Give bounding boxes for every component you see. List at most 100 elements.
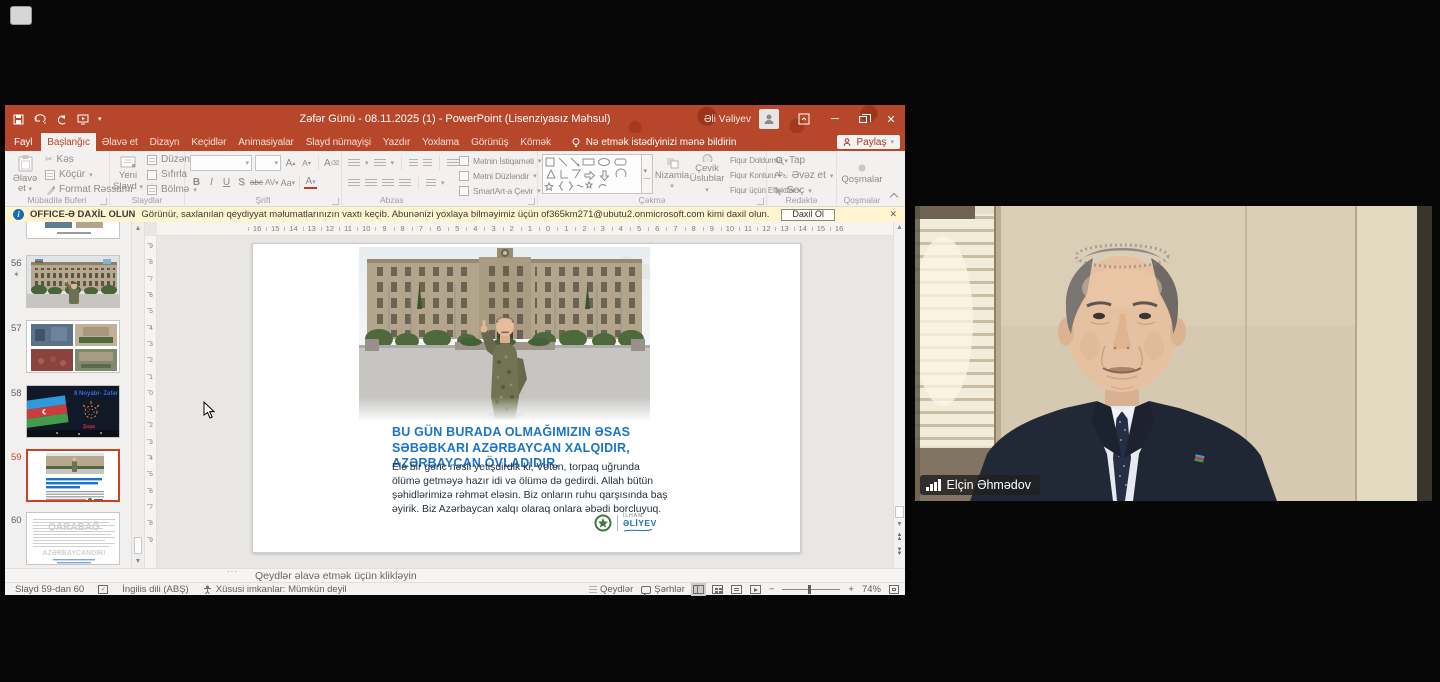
fit-slide-button[interactable] <box>889 585 899 594</box>
align-left-icon[interactable] <box>348 179 360 188</box>
tab-yazdır[interactable]: Yazdır <box>377 133 416 151</box>
align-right-icon[interactable] <box>382 179 394 188</box>
signed-in-user[interactable]: Əli Vəliyev <box>704 114 751 125</box>
drawing-dialog-launcher[interactable] <box>757 198 764 205</box>
justify-icon[interactable] <box>399 179 411 188</box>
notes-toggle[interactable]: Qeydlər <box>589 584 633 595</box>
addins-button[interactable]: Qoşmalar <box>845 153 879 195</box>
clipboard-dialog-launcher[interactable] <box>100 198 107 205</box>
character-spacing-button[interactable]: AV▾ <box>265 175 279 190</box>
thumbnail-slide-57[interactable] <box>26 320 120 373</box>
thumbnail-slide-55[interactable] <box>26 222 120 239</box>
thumb-scroll-thumb[interactable] <box>134 537 142 554</box>
thumb-scroll-down-icon[interactable]: ▼ <box>132 555 144 568</box>
zoom-level[interactable]: 74% <box>862 584 881 595</box>
paragraph-dialog-launcher[interactable] <box>528 198 535 205</box>
bold-button[interactable]: B <box>190 175 203 190</box>
scroll-thumb[interactable] <box>895 506 904 518</box>
tell-me-box[interactable]: Nə etmək istədiyinizi mənə bildirin <box>571 133 737 151</box>
font-color-button[interactable]: A▾ <box>304 176 317 189</box>
shape-fill-button[interactable]: Fiqur Doldurma▾ <box>728 154 768 167</box>
line-spacing-icon[interactable] <box>447 159 459 168</box>
text-direction-button[interactable]: Mətnin İstiqaməti▾ <box>459 154 541 167</box>
share-button[interactable]: Paylaş▾ <box>837 135 900 149</box>
zoom-out-button[interactable]: − <box>769 584 775 595</box>
font-name-combo[interactable]: ▾ <box>190 155 252 171</box>
shapes-gallery[interactable] <box>542 154 642 194</box>
tab-slayd-nümayişi[interactable]: Slayd nümayişi <box>300 133 377 151</box>
columns-icon[interactable] <box>426 179 436 188</box>
font-size-combo[interactable]: ▾ <box>255 155 281 171</box>
replace-button[interactable]: ab↻Əvəz et▾ <box>775 169 833 182</box>
zoom-in-button[interactable]: + <box>848 584 854 595</box>
arrange-button[interactable]: Nizamla▾ <box>656 153 688 195</box>
align-text-button[interactable]: Mətni Düzləndir▾ <box>459 169 541 182</box>
new-slide-button[interactable]: YeniSlayd ▾ <box>111 153 145 195</box>
close-button[interactable]: ✕ <box>877 105 905 133</box>
meeting-view-button[interactable] <box>10 6 32 25</box>
accessibility-status[interactable]: Xüsusi imkanlar: Mümkün deyil <box>203 584 347 595</box>
comments-toggle[interactable]: Şərhlər <box>641 584 685 595</box>
zoom-slider-knob[interactable] <box>808 585 811 594</box>
language-indicator[interactable]: İngilis dili (ABŞ) <box>122 584 189 595</box>
text-shadow-button[interactable]: S <box>235 175 248 190</box>
thumbnail-slide-56[interactable] <box>26 255 120 308</box>
thumbnail-slide-59-current[interactable] <box>26 449 120 502</box>
paste-button[interactable]: Əlavəet ▾ <box>8 153 42 195</box>
notes-splitter-handle[interactable]: ··· <box>227 567 238 576</box>
change-case-button[interactable]: Aa▾ <box>281 175 296 190</box>
clear-formatting-button[interactable]: A⌫ <box>324 156 339 171</box>
restore-button[interactable] <box>849 105 877 133</box>
slide-sorter-view-button[interactable] <box>712 585 723 594</box>
shape-outline-button[interactable]: Fiqur Konturu▾ <box>728 169 768 182</box>
increase-indent-icon[interactable] <box>423 159 432 168</box>
previous-slide-button[interactable]: ▲▲ <box>894 533 905 541</box>
tab-başlanğıc[interactable]: Başlanğıc <box>41 133 96 151</box>
slideshow-view-button[interactable] <box>750 585 761 594</box>
italic-button[interactable]: I <box>205 175 218 190</box>
tab-əlavə-et[interactable]: Əlavə et <box>96 133 144 151</box>
numbering-icon[interactable] <box>374 159 386 168</box>
tab-görünüş[interactable]: Görünüş <box>465 133 514 151</box>
bullets-icon[interactable] <box>348 159 360 168</box>
thumbnail-scrollbar[interactable]: ▲ ▼ <box>131 222 144 568</box>
ribbon-display-options-icon[interactable] <box>793 105 815 133</box>
find-button[interactable]: Tap <box>775 154 833 167</box>
spellcheck-icon[interactable]: ✓ <box>98 585 108 594</box>
strikethrough-button[interactable]: abc <box>250 175 263 190</box>
thumbnail-slide-58[interactable]: 8 Noyabr- Zəfər Günü Şuşa <box>26 385 120 438</box>
zoom-slider[interactable] <box>782 589 840 590</box>
thumbnail-slide-60[interactable]: QARABAĞ AZƏRBAYCANDIR! <box>26 512 120 565</box>
notes-placeholder[interactable]: Qeydlər əlavə etmək üçün klikləyin <box>255 570 417 582</box>
align-center-icon[interactable] <box>365 179 377 188</box>
next-slide-button[interactable]: ▼▼ <box>894 548 905 556</box>
slide-59[interactable]: BU GÜN BURADA OLMAĞIMIZIN ƏSAS SƏBƏBKARI… <box>252 243 801 553</box>
normal-view-button[interactable] <box>693 585 704 594</box>
tab-dizayn[interactable]: Dizayn <box>144 133 186 151</box>
font-dialog-launcher[interactable] <box>332 198 339 205</box>
grow-font-button[interactable]: A▴ <box>284 156 297 171</box>
shapes-more-button[interactable]: ▾— <box>642 154 653 194</box>
decrease-indent-icon[interactable] <box>409 159 418 168</box>
tab-yoxlama[interactable]: Yoxlama <box>416 133 465 151</box>
tab-animasiyalar[interactable]: Animasiyalar <box>232 133 299 151</box>
shrink-font-button[interactable]: A▾ <box>300 156 313 171</box>
underline-button[interactable]: U <box>220 175 233 190</box>
sign-in-button[interactable]: Daxil Ol <box>781 209 835 221</box>
quick-styles-button[interactable]: ÇevikÜslublar ▾ <box>690 153 724 195</box>
slide-canvas[interactable]: BU GÜN BURADA OLMAĞIMIZIN ƏSAS SƏBƏBKARI… <box>157 236 893 568</box>
notes-pane[interactable]: ··· Qeydlər əlavə etmək üçün klikləyin <box>5 568 905 582</box>
scroll-down-icon[interactable]: ▼ <box>894 521 905 528</box>
tab-kömək[interactable]: Kömək <box>514 133 556 151</box>
participant-video[interactable]: Elçin Əhmədov <box>915 206 1432 501</box>
editor-scrollbar[interactable]: ▲ ▼ ▲▲ ▼▼ <box>893 222 905 568</box>
tab-keçidlər[interactable]: Keçidlər <box>185 133 232 151</box>
tab-fayl[interactable]: Fayl <box>5 133 41 151</box>
collapse-ribbon-button[interactable] <box>890 193 898 201</box>
reading-view-button[interactable] <box>731 585 742 594</box>
notification-close-icon[interactable]: ✕ <box>889 209 897 220</box>
thumb-scroll-up-icon[interactable]: ▲ <box>132 222 144 235</box>
user-avatar[interactable] <box>759 109 779 129</box>
minimize-button[interactable]: ─ <box>821 105 849 133</box>
scroll-up-icon[interactable]: ▲ <box>894 224 905 231</box>
